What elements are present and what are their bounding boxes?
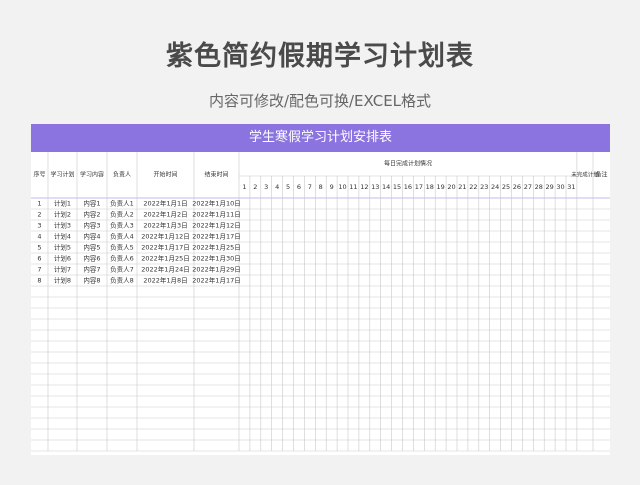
- day-number: 2: [253, 183, 257, 191]
- row-content: 内容5: [83, 243, 100, 252]
- row-start: 2022年1月2日: [143, 210, 187, 219]
- row-end: 2022年1月29日: [192, 265, 240, 274]
- day-number: 11: [349, 183, 357, 191]
- day-number: 4: [275, 183, 279, 191]
- day-number: 24: [491, 183, 499, 191]
- day-number: 23: [480, 183, 488, 191]
- header-plan: 学习计划: [50, 171, 74, 179]
- day-number: 19: [437, 183, 445, 191]
- row-content: 内容4: [83, 232, 100, 241]
- day-number: 6: [297, 183, 301, 191]
- row-plan: 计划1: [54, 199, 71, 208]
- row-start: 2022年1月25日: [141, 254, 189, 263]
- spreadsheet: 学生寒假学习计划安排表 序号 学习计划 学习内容 负责人 开始时间 结束时间 每日完成计划情…: [31, 124, 610, 455]
- row-owner: 负责人5: [110, 243, 134, 252]
- row-owner: 负责人2: [110, 210, 134, 219]
- page-subtitle: 内容可修改/配色可换/EXCEL格式: [208, 92, 432, 110]
- row-start: 2022年1月24日: [141, 265, 189, 274]
- day-number: 28: [535, 183, 543, 191]
- plan-table: 序号 学习计划 学习内容 负责人 开始时间 结束时间每日完成计划情况未完成计划备注1 2 3 4…: [31, 152, 610, 452]
- day-number: 14: [382, 183, 390, 191]
- row-plan: 计划4: [54, 232, 71, 241]
- day-number: 16: [404, 183, 412, 191]
- day-number: 25: [502, 183, 510, 191]
- day-number: 9: [330, 183, 334, 191]
- sheet-title-banner: 学生寒假学习计划安排表: [31, 124, 610, 152]
- day-number: 26: [513, 183, 521, 191]
- row-seq: 1: [37, 200, 41, 208]
- row-owner: 负责人6: [110, 254, 134, 263]
- day-number: 31: [567, 183, 575, 191]
- row-content: 内容1: [83, 199, 100, 208]
- row-seq: 2: [37, 211, 41, 219]
- row-content: 内容8: [83, 276, 100, 285]
- row-seq: 8: [37, 277, 41, 285]
- day-number: 27: [524, 183, 532, 191]
- day-number: 5: [286, 183, 290, 191]
- row-plan: 计划7: [54, 265, 71, 274]
- day-number: 15: [393, 183, 401, 191]
- row-content: 内容7: [83, 265, 100, 274]
- row-end: 2022年1月17日: [192, 276, 240, 285]
- row-start: 2022年1月1日: [143, 199, 187, 208]
- day-number: 21: [458, 183, 466, 191]
- row-owner: 负责人4: [110, 232, 134, 241]
- row-owner: 负责人7: [110, 265, 134, 274]
- row-content: 内容6: [83, 254, 100, 263]
- day-number: 1: [242, 183, 246, 191]
- row-plan: 计划6: [54, 254, 71, 263]
- header-content: 学习内容: [80, 171, 104, 179]
- header-seq: 序号: [33, 171, 45, 179]
- day-number: 20: [447, 183, 455, 191]
- row-start: 2022年1月8日: [143, 276, 187, 285]
- row-seq: 7: [37, 266, 41, 274]
- row-start: 2022年1月17日: [141, 243, 189, 252]
- row-end: 2022年1月11日: [192, 210, 240, 219]
- row-start: 2022年1月3日: [143, 221, 187, 230]
- day-number: 29: [546, 183, 554, 191]
- day-number: 30: [556, 183, 564, 191]
- row-end: 2022年1月17日: [192, 232, 240, 241]
- row-plan: 计划3: [54, 221, 71, 230]
- day-number: 12: [360, 183, 368, 191]
- header-owner: 负责人: [113, 171, 131, 179]
- row-plan: 计划2: [54, 210, 71, 219]
- row-owner: 负责人8: [110, 276, 134, 285]
- header-note: 备注: [595, 171, 607, 179]
- day-number: 18: [426, 183, 434, 191]
- day-number: 7: [308, 183, 312, 191]
- row-content: 内容2: [83, 210, 100, 219]
- row-content: 内容3: [83, 221, 100, 230]
- row-owner: 负责人3: [110, 221, 134, 230]
- day-number: 3: [264, 183, 268, 191]
- row-seq: 6: [37, 255, 41, 263]
- row-start: 2022年1月12日: [141, 232, 189, 241]
- day-number: 10: [338, 183, 346, 191]
- day-number: 8: [319, 183, 323, 191]
- row-plan: 计划8: [54, 276, 71, 285]
- row-seq: 4: [37, 233, 41, 241]
- header-start: 开始时间: [153, 171, 177, 179]
- page-title: 紫色简约假期学习计划表: [166, 41, 474, 72]
- row-end: 2022年1月12日: [192, 221, 240, 230]
- row-owner: 负责人1: [110, 199, 134, 208]
- header-daily: 每日完成计划情况: [384, 160, 432, 168]
- row-end: 2022年1月10日: [192, 199, 240, 208]
- day-number: 17: [415, 183, 423, 191]
- row-seq: 3: [37, 222, 41, 230]
- header-end: 结束时间: [204, 171, 228, 179]
- day-number: 13: [371, 183, 379, 191]
- row-seq: 5: [37, 244, 41, 252]
- row-end: 2022年1月30日: [192, 254, 240, 263]
- row-end: 2022年1月25日: [192, 243, 240, 252]
- day-number: 22: [469, 183, 477, 191]
- row-plan: 计划5: [54, 243, 71, 252]
